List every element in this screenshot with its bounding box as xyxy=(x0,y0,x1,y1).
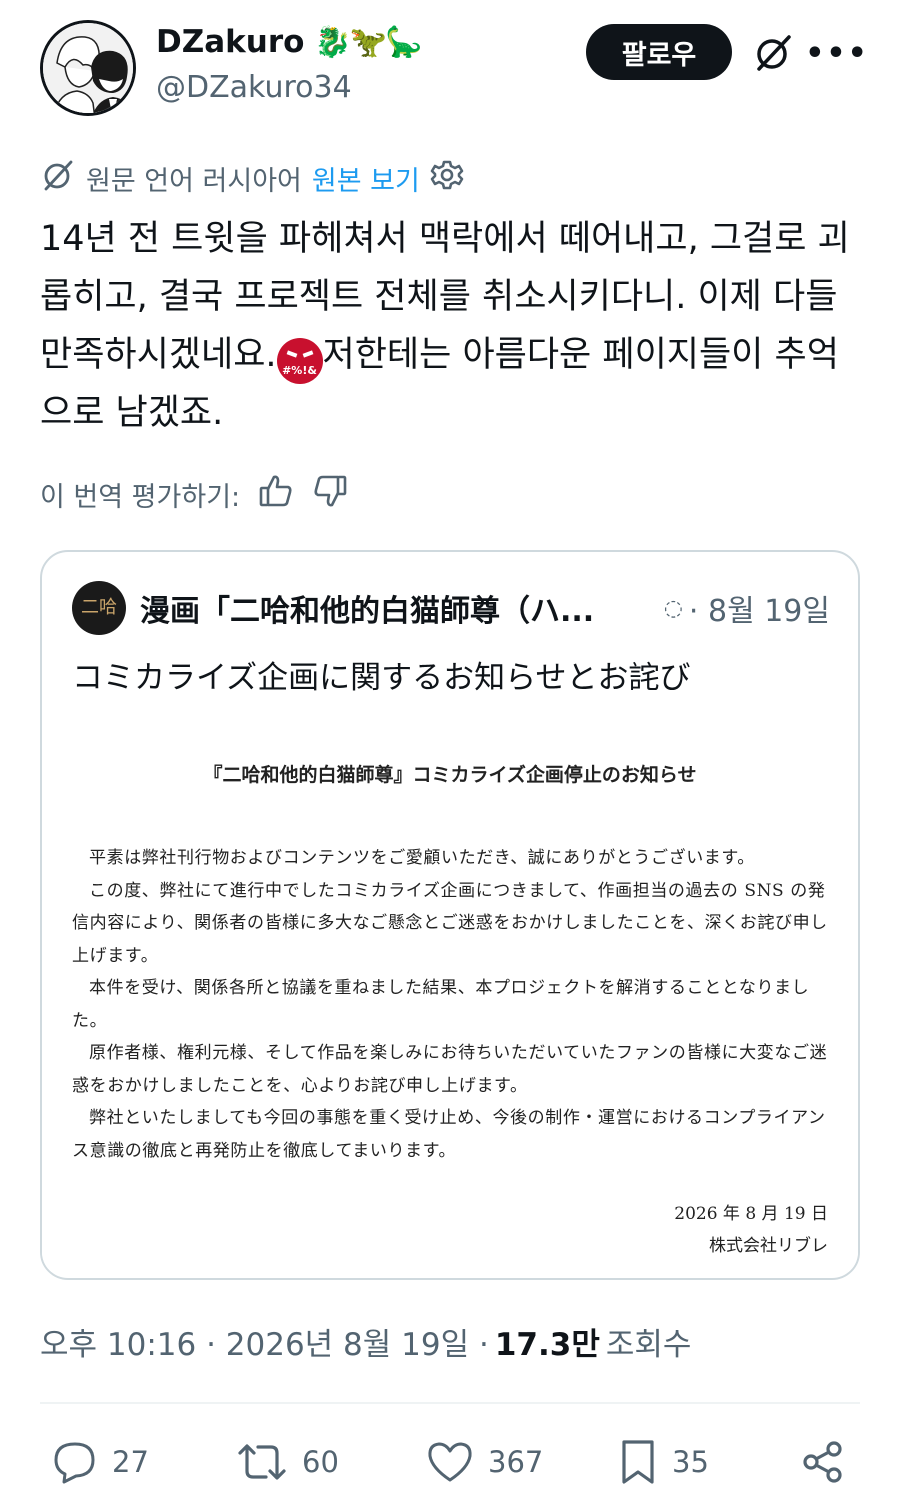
tweet-text: 14년 전 트윗을 파헤쳐서 맥락에서 떼어내고, 그걸로 괴롭히고, 결국 프… xyxy=(40,210,870,442)
view-original-link[interactable]: 원본 보기 xyxy=(312,159,420,198)
heart-icon xyxy=(428,1442,472,1482)
quoted-post-text: コミカライズ企画に関するお知らせとお詫び xyxy=(72,660,691,696)
translation-bar: 원문 언어 러시아어 원본 보기 xyxy=(40,158,464,198)
bookmark-icon xyxy=(622,1440,654,1484)
notice-body: 平素は弊社刊行物およびコンテンツをご愛顧いただき、誠にありがとうございます。 こ… xyxy=(72,842,832,1167)
rate-translation-label: 이 번역 평가하기: xyxy=(40,481,241,513)
avatar[interactable] xyxy=(40,20,136,116)
notice-title: 『二哈和他的白猫師尊』コミカライズ企画停止のお知らせ xyxy=(203,764,697,786)
user-name-block[interactable]: DZakuro 🐉🦖🦕 @DZakuro34 xyxy=(156,24,422,105)
quoted-post[interactable]: 二哈 漫画「二哈和他的白猫師尊（ハ... ◌ · 8월 19일 コミカライズ企画… xyxy=(40,550,860,1280)
notice-signature: 2026 年 8 月 19 日 株式会社リブレ xyxy=(674,1198,828,1262)
notice-company: 株式会社リブレ xyxy=(709,1236,828,1256)
follow-button[interactable]: 팔로우 xyxy=(586,24,732,80)
thumbs-up-icon[interactable] xyxy=(258,473,294,516)
repost-button[interactable]: 60 xyxy=(236,1430,339,1494)
avatar-illustration xyxy=(43,23,133,113)
divider xyxy=(40,1402,860,1404)
post-meta: 오후 10:16 · 2026년 8월 19일 · 17.3만 조회수 xyxy=(40,1316,691,1366)
quoted-verified-icon: ◌ xyxy=(663,595,683,621)
settings-gear-icon[interactable] xyxy=(430,158,464,199)
share-button[interactable] xyxy=(800,1430,846,1494)
notice-paragraph: 弊社といたしましても今回の事態を重く受け止め、今後の制作・運営におけるコンプライ… xyxy=(72,1108,826,1161)
reply-button[interactable]: 27 xyxy=(52,1430,149,1494)
views-label: 조회수 xyxy=(605,1326,692,1363)
quoted-post-header: 二哈 漫画「二哈和他的白猫師尊（ハ... ◌ · 8월 19일 xyxy=(72,580,830,636)
post-timestamp[interactable]: 오후 10:16 · 2026년 8월 19일 · xyxy=(40,1319,489,1364)
reply-icon xyxy=(54,1442,95,1484)
bookmark-button[interactable]: 35 xyxy=(618,1430,709,1494)
like-button[interactable]: 367 xyxy=(426,1430,543,1494)
repost-icon xyxy=(238,1444,286,1480)
more-options-icon[interactable]: ••• xyxy=(805,30,867,76)
notice-date: 2026 年 8 月 19 日 xyxy=(674,1204,828,1224)
like-count: 367 xyxy=(488,1445,544,1479)
tweet-header: DZakuro 🐉🦖🦕 @DZakuro34 팔로우 ••• xyxy=(40,20,867,120)
notice-paragraph: この度、弊社にて進行中でしたコミカライズ企画につきまして、作画担当の過去の SN… xyxy=(72,880,828,966)
reply-count: 27 xyxy=(112,1445,149,1479)
notice-paragraph: 平素は弊社刊行物およびコンテンツをご愛顧いただき、誠にありがとうございます。 xyxy=(89,848,755,868)
bookmark-count: 35 xyxy=(672,1445,709,1479)
views-count: 17.3만 xyxy=(494,1326,600,1363)
display-name[interactable]: DZakuro xyxy=(156,24,304,60)
notice-image[interactable]: 『二哈和他的白猫師尊』コミカライズ企画停止のお知らせ 平素は弊社刊行物およびコン… xyxy=(42,722,858,1272)
user-handle[interactable]: @DZakuro34 xyxy=(156,70,420,105)
angry-face-emoji: #%!& xyxy=(276,338,323,384)
grok-icon[interactable] xyxy=(750,30,796,76)
repost-count: 60 xyxy=(302,1445,339,1479)
notice-paragraph: 本件を受け、関係各所と協議を重ねました結果、本プロジェクトを解消することとなりま… xyxy=(72,978,810,1031)
thumbs-down-icon[interactable] xyxy=(312,473,348,516)
notice-paragraph: 原作者様、権利元様、そして作品を楽しみにお待ちいただいていたファンの皆様に大変な… xyxy=(72,1043,828,1096)
quoted-account-name[interactable]: 漫画「二哈和他的白猫師尊（ハ... xyxy=(140,586,620,630)
rate-translation-row: 이 번역 평가하기: xyxy=(40,472,348,516)
action-bar: 27 60 367 35 xyxy=(40,1430,860,1494)
quoted-avatar[interactable]: 二哈 xyxy=(72,581,126,635)
share-icon xyxy=(803,1441,842,1483)
name-emoji: 🐉🦖🦕 xyxy=(314,24,422,60)
quoted-post-date: · 8월 19일 xyxy=(688,594,830,629)
translate-icon xyxy=(40,157,76,200)
translation-source-label: 원문 언어 러시아어 xyxy=(86,165,302,197)
